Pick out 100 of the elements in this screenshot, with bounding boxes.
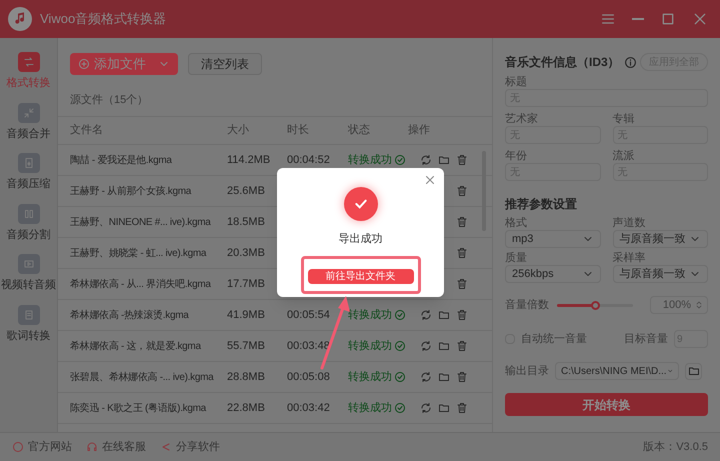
delete-button[interactable] [456, 278, 468, 290]
file-name-cell: 希林娜依高 - 这，就是爱.kgma [70, 340, 201, 352]
folder-icon [438, 154, 450, 166]
footer-link[interactable]: 分享软件 [160, 438, 220, 456]
tool-icon [22, 308, 34, 320]
maximize-icon [660, 11, 676, 27]
status-cell: 转换成功 [348, 152, 408, 168]
column-header: 状态 [348, 122, 371, 138]
duration-cell: 00:05:54 [287, 308, 330, 321]
stepper-arrows-icon [695, 299, 703, 311]
file-name-cell: 陈奕迅 - K歌之王 (粤语版).kgma [70, 402, 206, 414]
trash-icon [456, 216, 468, 228]
delete-button[interactable] [456, 154, 468, 166]
reconvert-button[interactable] [420, 340, 432, 352]
sidebar-item[interactable]: 格式转换 [6, 52, 50, 92]
delete-button[interactable] [456, 371, 468, 383]
size-cell: 18.5MB [227, 216, 265, 228]
field-label: 流派 [612, 148, 636, 163]
delete-button[interactable] [456, 216, 468, 228]
delete-button[interactable] [456, 247, 468, 259]
sidebar-item[interactable]: 视频转音频 [1, 254, 56, 294]
minimize-icon [632, 18, 644, 20]
delete-button[interactable] [456, 309, 468, 321]
sidebar-item[interactable]: 音频压缩 [6, 153, 50, 192]
select-field[interactable]: mp3 [505, 230, 600, 248]
refresh-icon [420, 402, 432, 414]
dialog-close-button[interactable] [424, 174, 436, 186]
check-circle-icon [394, 371, 406, 383]
file-name-cell: 希林娜依高 -热辣滚烫.kgma [70, 310, 189, 321]
app-logo-icon [8, 7, 32, 31]
check-circle-icon [394, 340, 406, 352]
window-title: Viwoo音频格式转换器 [40, 10, 166, 28]
field-label: 采样率 [612, 250, 646, 265]
sidebar-item[interactable]: 音频合并 [6, 102, 50, 142]
open-export-folder-button[interactable]: 前往导出文件夹 [308, 268, 414, 284]
reconvert-button[interactable] [420, 402, 432, 414]
size-cell: 25.6MB [227, 184, 265, 197]
footer-link[interactable]: 官方网站 [12, 438, 72, 456]
add-file-button[interactable]: 添加文件 [70, 53, 178, 75]
close-icon [692, 11, 708, 27]
reconvert-button[interactable] [420, 309, 432, 321]
column-header: 时长 [287, 123, 310, 138]
refresh-icon [420, 340, 432, 352]
success-check-icon [344, 187, 378, 221]
open-folder-button[interactable] [438, 340, 450, 352]
volume-slider[interactable] [557, 304, 633, 306]
reconvert-button[interactable] [420, 154, 432, 166]
open-folder-button[interactable] [438, 154, 450, 166]
field-label: 专辑 [612, 112, 636, 126]
tool-icon [22, 258, 34, 270]
footer-link[interactable]: 在线客服 [86, 438, 146, 456]
size-cell: 114.2MB [227, 154, 270, 166]
refresh-icon [420, 371, 432, 383]
trash-icon [456, 185, 468, 197]
file-name-cell: 张碧晨、希林娜依高 -... ive).kgma [70, 372, 214, 383]
target-volume-label: 目标音量 [624, 332, 668, 347]
tool-icon [22, 106, 34, 118]
params-section-title: 推荐参数设置 [505, 196, 578, 213]
start-convert-button[interactable]: 开始转换 [505, 393, 708, 416]
headset-icon [86, 441, 98, 453]
refresh-icon [420, 154, 432, 166]
open-folder-button[interactable] [438, 402, 450, 414]
select-field[interactable]: 与原音频一致 [612, 230, 708, 248]
folder-icon [438, 340, 450, 352]
status-cell: 转换成功 [348, 368, 408, 386]
tool-icon [22, 157, 34, 169]
id3-section-title: 音乐文件信息（ID3） [505, 54, 620, 71]
field-label: 格式 [505, 216, 528, 230]
field-label: 年份 [505, 149, 528, 163]
select-field[interactable]: 与原音频一致 [612, 265, 708, 283]
close-icon [424, 174, 436, 186]
column-header: 大小 [227, 123, 250, 138]
check-circle-icon [394, 154, 406, 166]
delete-button[interactable] [456, 402, 468, 414]
clear-list-button[interactable]: 清空列表 [188, 53, 262, 75]
sidebar-item[interactable]: 音频分割 [6, 204, 50, 243]
field-label: 质量 [505, 251, 528, 265]
reconvert-button[interactable] [420, 371, 432, 383]
delete-button[interactable] [456, 340, 468, 352]
plus-circle-icon [78, 58, 90, 70]
trash-icon [456, 309, 468, 321]
file-name-cell: 王赫野、姚晓棠 - 虹... ive).kgma [70, 248, 206, 259]
open-folder-button[interactable] [438, 309, 450, 321]
size-cell: 28.8MB [227, 370, 265, 383]
output-dir-select[interactable]: C:\Users\NING MEI\D... [555, 362, 679, 380]
open-folder-button[interactable] [438, 371, 450, 383]
trash-icon [456, 371, 468, 383]
duration-cell: 00:05:08 [287, 370, 330, 383]
select-field[interactable]: 256kbps [505, 265, 600, 283]
duration-cell: 00:03:42 [287, 402, 330, 414]
size-cell: 41.9MB [227, 308, 265, 321]
size-cell: 55.7MB [227, 340, 265, 352]
volume-label: 音量倍数 [505, 298, 550, 313]
size-cell: 22.8MB [227, 402, 265, 414]
check-circle-icon [394, 402, 406, 414]
sidebar-item[interactable]: 歌词转换 [6, 304, 50, 344]
file-name-cell: 王赫野、NINEONE #... ive).kgma [70, 216, 211, 228]
delete-button[interactable] [456, 185, 468, 197]
browse-folder-button[interactable] [685, 362, 702, 380]
version-label: 版本：V3.0.5 [643, 440, 708, 455]
